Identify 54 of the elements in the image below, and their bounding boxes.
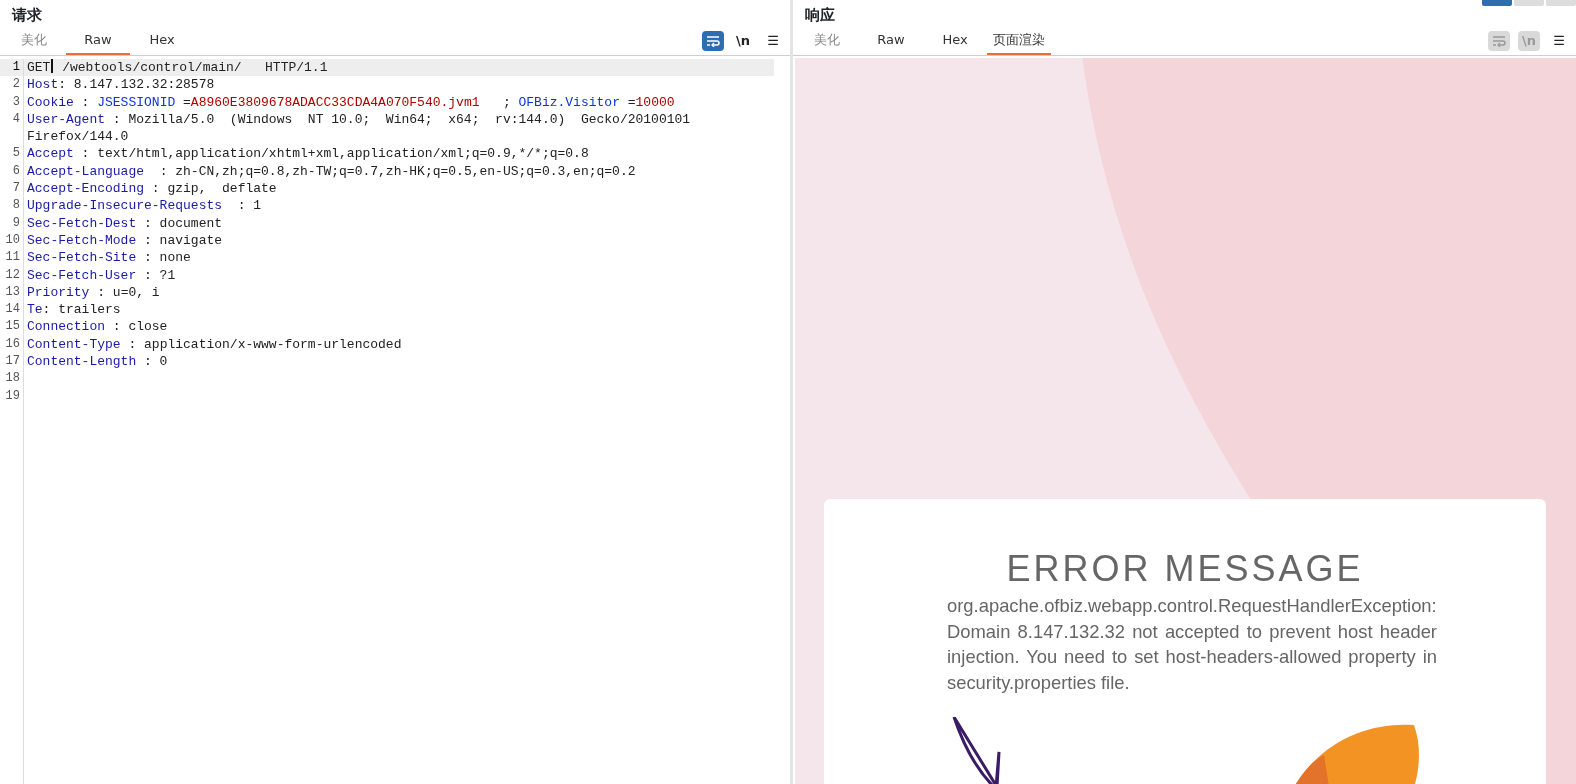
- line-number: 11: [4, 249, 21, 267]
- code-line: Content-Type : application/x-www-form-urlencoded: [26, 335, 403, 354]
- code-line: Sec-Fetch-User : ?1: [26, 266, 177, 284]
- line-number: 17: [4, 353, 21, 371]
- newline-button[interactable]: \n: [732, 31, 754, 51]
- code-line: User-Agent : Mozilla/5.0 (Windows NT 10.0; Win64; x64; rv:144.0) Gecko/20100101 Firefox/144.0: [26, 110, 692, 146]
- code-line: Te: trailers: [26, 301, 122, 319]
- code-line: Accept-Language : zh-CN,zh;q=0.8,zh-TW;q=0.7,zh-HK;q=0.5,en-US;q=0.3,en;q=0.2: [26, 162, 637, 181]
- code-line: Accept : text/html,application/xhtml+xml,application/xml;q=0.9,*/*;q=0.8: [26, 145, 590, 163]
- line-number: 15: [4, 318, 21, 336]
- tab[interactable]: 页面渲染: [987, 26, 1051, 55]
- line-number: 9: [11, 214, 21, 232]
- menu-button[interactable]: ☰: [1548, 31, 1570, 51]
- line-number: 5: [11, 145, 21, 163]
- code-line: Sec-Fetch-Mode : navigate: [26, 231, 224, 250]
- line-number: 1: [0, 59, 23, 77]
- pane-title: 响应: [805, 5, 835, 26]
- code-line: Connection : close: [26, 318, 169, 336]
- code-line: Accept-Encoding : gzip, deflate: [26, 180, 278, 198]
- line-number: 2: [11, 76, 21, 94]
- wrap-icon: [1492, 35, 1506, 47]
- line-number: 16: [4, 335, 21, 353]
- menu-button[interactable]: ☰: [762, 31, 784, 51]
- code-line: Content-Length : 0: [26, 353, 169, 371]
- tab[interactable]: Hex: [130, 26, 194, 55]
- tab[interactable]: Hex: [923, 26, 987, 55]
- code-line: Sec-Fetch-Site : none: [26, 249, 192, 267]
- code-line: Host: 8.147.132.32:28578: [26, 76, 216, 94]
- line-number: 13: [4, 283, 21, 301]
- tab[interactable]: Raw: [66, 26, 130, 55]
- tab[interactable]: 美化: [795, 26, 859, 55]
- line-number: 18: [4, 370, 21, 388]
- code-line: Upgrade-Insecure-Requests : 1: [26, 197, 263, 215]
- line-number: 19: [4, 387, 21, 405]
- wrap-button[interactable]: [1488, 31, 1510, 51]
- wrap-button[interactable]: [702, 31, 724, 51]
- code-line: Cookie : JSESSIONID =A8960E3809678ADACC33CDA4A070F540.jvm1 ; OFBiz.Visitor =10000: [26, 93, 676, 111]
- error-message: org.apache.ofbiz.webapp.control.RequestHandlerException: Domain 8.147.132.32 not accepted to prevent host header injection. You need to set host-headers-allowed property in security.properties file.: [947, 594, 1437, 695]
- code-line: Sec-Fetch-Dest : document: [26, 214, 224, 232]
- line-number: 6: [11, 162, 21, 180]
- wrap-icon: [706, 35, 720, 47]
- line-number: 12: [4, 266, 21, 284]
- error-heading: ERROR MESSAGE: [1005, 549, 1365, 589]
- tab[interactable]: Raw: [859, 26, 923, 55]
- line-number: 7: [11, 180, 21, 198]
- line-number: 14: [4, 301, 21, 319]
- line-number: 4: [11, 110, 21, 128]
- line-number: 3: [11, 93, 21, 111]
- code-line: Priority : u=0, i: [26, 283, 161, 302]
- tab[interactable]: 美化: [2, 26, 66, 55]
- text-cursor: [51, 59, 54, 73]
- line-number: 8: [11, 197, 21, 215]
- pane-title: 请求: [12, 5, 42, 26]
- line-number: 10: [4, 231, 21, 249]
